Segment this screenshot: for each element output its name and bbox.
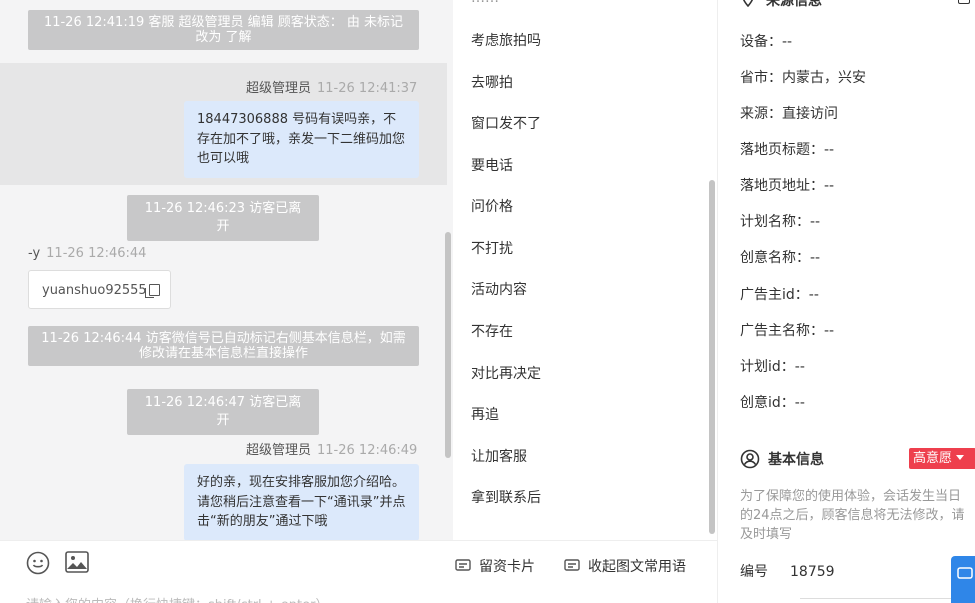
- phrase-item[interactable]: 考虑旅拍吗: [471, 30, 541, 50]
- quick-phrase-list[interactable]: …… 考虑旅拍吗 去哪拍 窗口发不了 要电话 问价格 不打扰 活动内容 不存在 …: [453, 0, 717, 540]
- system-message-wechat-marked: 11-26 12:46:44 访客微信号已自动标记右侧基本信息栏，如需修改请在基…: [28, 326, 419, 366]
- field-customer-id: 编号 18759: [740, 561, 835, 581]
- chevron-down-icon: [956, 455, 965, 460]
- field-landing-url: 落地页地址：--: [740, 178, 835, 194]
- phrase-item-partial[interactable]: ……: [471, 0, 499, 6]
- message-meta: 超级管理员 11-26 12:46:49: [246, 439, 417, 458]
- copy-icon[interactable]: [144, 284, 160, 298]
- sender-name: -y: [28, 246, 41, 261]
- phrase-item[interactable]: 问价格: [471, 196, 513, 216]
- card-icon: [455, 559, 471, 571]
- customer-info-panel: 来源信息 设备：-- 省市：内蒙古，兴安 来源：直接访问 落地页标题：-- 落地…: [717, 0, 975, 603]
- system-message-status-change: 11-26 12:41:19 客服 超级管理员 编辑 顾客状态： 由 未标记 改…: [28, 10, 419, 50]
- field-region: 省市：内蒙古，兴安: [740, 70, 866, 86]
- chat-workspace: 11-26 12:41:19 客服 超级管理员 编辑 顾客状态： 由 未标记 改…: [0, 0, 975, 603]
- chat-messages-panel[interactable]: 11-26 12:41:19 客服 超级管理员 编辑 顾客状态： 由 未标记 改…: [0, 0, 453, 540]
- customer-id-label: 编号: [740, 564, 768, 580]
- agent-message-bubble[interactable]: 18447306888 号码有误吗亲，不存在加不了哦，亲发一下二维码加您也可以哦: [184, 101, 419, 178]
- sender-name: 超级管理员: [246, 443, 312, 458]
- field-creative-id: 创意id：--: [740, 395, 805, 411]
- collapse-phrases-button[interactable]: 收起图文常用语: [564, 556, 686, 576]
- field-plan-id: 计划id：--: [740, 359, 805, 375]
- field-device: 设备：--: [740, 34, 793, 50]
- phrase-item[interactable]: 要电话: [471, 155, 513, 175]
- agent-message-bubble[interactable]: 好的亲，现在安排客服加您介绍哈。请您稍后注意查看一下“通讯录”并点击“新的朋友”…: [184, 464, 419, 540]
- chat-float-button[interactable]: [951, 556, 975, 603]
- phrase-item[interactable]: 活动内容: [471, 279, 527, 299]
- basic-info-header: 基本信息: [740, 449, 824, 469]
- intent-level-value: 高意愿: [913, 451, 953, 466]
- system-message-visitor-left: 11-26 12:46:47 访客已离开: [127, 389, 319, 435]
- chat-scrollbar[interactable]: [445, 232, 451, 458]
- lead-card-label: 留资卡片: [479, 559, 535, 575]
- system-message-visitor-left: 11-26 12:46:23 访客已离开: [127, 195, 319, 241]
- phrase-item[interactable]: 让加客服: [471, 446, 527, 466]
- phrase-item[interactable]: 不存在: [471, 321, 513, 341]
- message-time: 11-26 12:46:49: [317, 443, 418, 458]
- basic-info-title: 基本信息: [768, 452, 824, 468]
- visitor-wechat-card[interactable]: yuanshuo92555: [28, 270, 171, 309]
- phrases-icon: [564, 559, 580, 571]
- message-meta: 超级管理员 11-26 12:41:37: [246, 77, 417, 96]
- source-info-header: 来源信息: [740, 0, 822, 10]
- message-input-placeholder[interactable]: 请输入您的内容（换行快捷键：shift/ctrl + enter）: [26, 594, 329, 603]
- customer-id-value: 18759: [790, 564, 835, 580]
- message-meta: -y 11-26 12:46:44: [28, 246, 146, 261]
- intent-level-dropdown[interactable]: 高意愿: [909, 448, 975, 469]
- phrase-item[interactable]: 再追: [471, 404, 499, 424]
- lead-card-button[interactable]: 留资卡片: [455, 556, 535, 576]
- message-icon: [957, 567, 973, 579]
- edit-deadline-notice: 为了保障您的使用体验，会话发生当日的24点之后，顾客信息将无法修改，请及时填写: [740, 489, 965, 542]
- source-info-title: 来源信息: [766, 0, 822, 9]
- field-creative-name: 创意名称：--: [740, 250, 821, 266]
- customer-id-input-edge[interactable]: [800, 598, 975, 603]
- phrase-item[interactable]: 不打扰: [471, 238, 513, 258]
- emoji-icon[interactable]: [26, 551, 50, 575]
- wechat-id-text: yuanshuo92555: [42, 283, 147, 298]
- field-advertiser-name: 广告主名称：--: [740, 323, 835, 339]
- message-time: 11-26 12:46:44: [46, 246, 147, 261]
- phrase-item[interactable]: 窗口发不了: [471, 113, 541, 133]
- field-plan-name: 计划名称：--: [740, 214, 821, 230]
- collapse-phrases-label: 收起图文常用语: [588, 559, 686, 575]
- user-circle-icon: [740, 449, 760, 469]
- sender-name: 超级管理员: [246, 81, 312, 96]
- phrase-item[interactable]: 去哪拍: [471, 72, 513, 92]
- edit-icon[interactable]: [958, 0, 970, 4]
- image-icon[interactable]: [65, 551, 89, 573]
- location-icon: [742, 0, 754, 8]
- phrase-item[interactable]: 拿到联系后: [471, 487, 541, 507]
- field-source: 来源：直接访问: [740, 106, 838, 122]
- message-time: 11-26 12:41:37: [317, 81, 418, 96]
- field-advertiser-id: 广告主id：--: [740, 287, 819, 303]
- phrase-list-scrollbar[interactable]: [709, 180, 715, 534]
- phrase-item[interactable]: 对比再决定: [471, 363, 541, 383]
- field-landing-title: 落地页标题：--: [740, 142, 835, 158]
